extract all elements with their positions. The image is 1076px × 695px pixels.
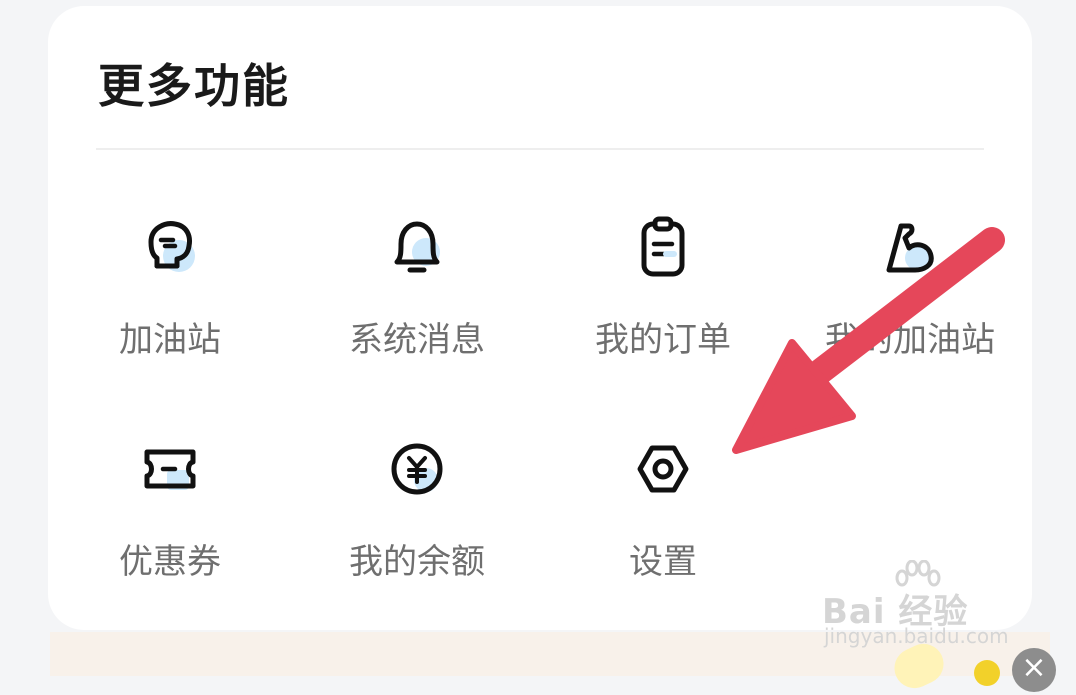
grid-item-label: 我的余额 bbox=[349, 542, 485, 582]
grid-item-my-orders[interactable]: 我的订单 bbox=[548, 212, 778, 382]
coupon-icon bbox=[135, 434, 205, 504]
divider bbox=[96, 148, 984, 150]
arm-icon bbox=[875, 212, 945, 282]
grid-item-gas-station[interactable]: 加油站 bbox=[55, 212, 285, 382]
card-title: 更多功能 bbox=[98, 59, 290, 113]
grid-item-label: 系统消息 bbox=[349, 320, 485, 360]
grid-item-label: 优惠券 bbox=[119, 542, 221, 582]
grid-item-my-gas-station[interactable]: 我的加油站 bbox=[795, 212, 1025, 382]
decoration-dot bbox=[974, 660, 1000, 686]
baidu-jingyan-watermark: Bai 经验 jingyan.baidu.com bbox=[822, 560, 1032, 660]
grid-item-label: 加油站 bbox=[119, 320, 221, 360]
grid-item-coupons[interactable]: 优惠券 bbox=[55, 434, 285, 604]
yuan-coin-icon bbox=[382, 434, 452, 504]
grid-item-label: 我的订单 bbox=[595, 320, 731, 360]
bell-icon bbox=[382, 212, 452, 282]
grid-item-my-balance[interactable]: 我的余额 bbox=[302, 434, 532, 604]
clipboard-icon bbox=[628, 212, 698, 282]
grid-item-label: 设置 bbox=[629, 542, 697, 582]
grid-item-system-messages[interactable]: 系统消息 bbox=[302, 212, 532, 382]
grid-item-label: 我的加油站 bbox=[825, 320, 995, 360]
more-features-card: 更多功能 加油站 系统消息 我的订单 我的加油站 优惠券 我的余额 设置 bbox=[48, 6, 1032, 630]
glove-icon bbox=[135, 212, 205, 282]
settings-icon bbox=[628, 434, 698, 504]
watermark-url: jingyan.baidu.com bbox=[824, 624, 1009, 648]
grid-item-settings[interactable]: 设置 bbox=[548, 434, 778, 604]
